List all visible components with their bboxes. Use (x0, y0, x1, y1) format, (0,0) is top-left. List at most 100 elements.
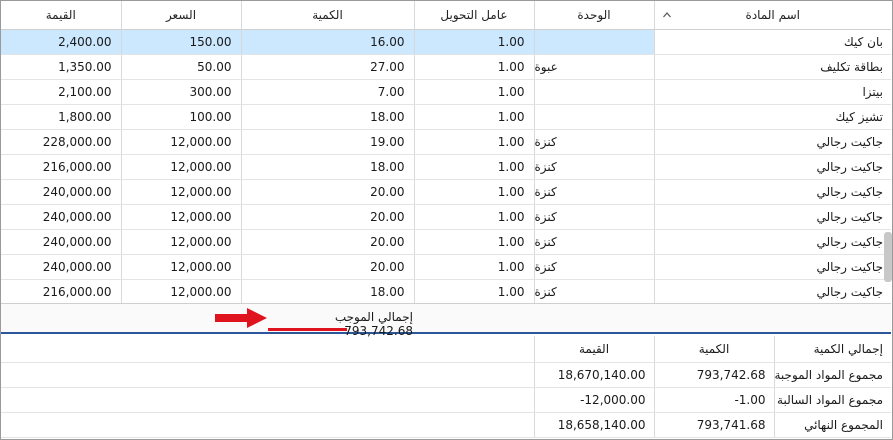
cell-price[interactable]: 12,000.00 (121, 254, 242, 280)
cell-quantity[interactable]: 20.00 (241, 179, 415, 205)
cell-name[interactable]: بيتزا (654, 79, 891, 105)
cell-quantity[interactable]: 20.00 (241, 204, 415, 230)
cell-quantity[interactable]: 20.00 (241, 229, 415, 255)
cell-value[interactable]: 1,350.00 (1, 54, 122, 80)
cell-unit[interactable]: كنزة (534, 179, 655, 205)
cell-unit[interactable] (534, 79, 655, 105)
cell-name[interactable]: جاكيت رجالي (654, 154, 891, 180)
cell-price[interactable]: 12,000.00 (121, 229, 242, 255)
cell-name[interactable]: بان كيك (654, 29, 891, 55)
cell-quantity[interactable]: 27.00 (241, 54, 415, 80)
table-row[interactable]: 240,000.00 12,000.00 20.00 1.00 كنزة جاكيت رج… (1, 179, 891, 205)
cell-factor[interactable]: 1.00 (414, 179, 535, 205)
summary-cell-quantity: 793,741.68 (654, 412, 775, 438)
cell-quantity[interactable]: 20.00 (241, 254, 415, 280)
table-row[interactable]: 2,100.00 300.00 7.00 1.00 بيتزا (1, 79, 891, 105)
summary-row: 18,658,140.00 793,741.68 المجموع النهائي (1, 412, 891, 438)
positive-total-bar: إجمالي الموجب 793,742.68 (1, 303, 891, 338)
cell-value[interactable]: 240,000.00 (1, 179, 122, 205)
cell-name[interactable]: جاكيت رجالي (654, 229, 891, 255)
cell-value[interactable]: 216,000.00 (1, 154, 122, 180)
cell-unit[interactable]: كنزة (534, 129, 655, 155)
cell-factor[interactable]: 1.00 (414, 29, 535, 55)
table-row[interactable]: 1,800.00 100.00 18.00 1.00 تشيز كيك (1, 104, 891, 130)
cell-price[interactable]: 12,000.00 (121, 129, 242, 155)
summary-cell-quantity: 793,742.68 (654, 362, 775, 388)
summary-header-quantity: الكمية (654, 336, 775, 363)
summary-row: 18,670,140.00 793,742.68 مجموع المواد المو… (1, 362, 891, 388)
cell-name[interactable]: جاكيت رجالي (654, 179, 891, 205)
summary-cell-value: 18,658,140.00 (534, 412, 655, 438)
positive-total: إجمالي الموجب 793,742.68 (263, 310, 413, 338)
red-underline (268, 328, 347, 331)
table-row[interactable]: 240,000.00 12,000.00 20.00 1.00 كنزة جاكيت رج… (1, 254, 891, 280)
cell-factor[interactable]: 1.00 (414, 54, 535, 80)
cell-quantity[interactable]: 7.00 (241, 79, 415, 105)
cell-price[interactable]: 50.00 (121, 54, 242, 80)
column-header-factor[interactable]: عامل التحويل (414, 1, 535, 30)
column-header-quantity[interactable]: الكمية (241, 1, 415, 30)
chevron-up-icon[interactable] (663, 11, 671, 19)
cell-unit[interactable]: كنزة (534, 279, 655, 305)
table-row[interactable]: 240,000.00 12,000.00 20.00 1.00 كنزة جاكيت رج… (1, 204, 891, 230)
cell-factor[interactable]: 1.00 (414, 204, 535, 230)
cell-value[interactable]: 240,000.00 (1, 204, 122, 230)
summary-cell-label: مجموع المواد الموجبة (774, 362, 891, 388)
vertical-scrollbar-thumb[interactable] (884, 232, 892, 282)
cell-name[interactable]: تشيز كيك (654, 104, 891, 130)
cell-unit[interactable] (534, 29, 655, 55)
cell-value[interactable]: 240,000.00 (1, 229, 122, 255)
table-row[interactable]: 2,400.00 150.00 16.00 1.00 بان كيك (1, 29, 891, 55)
cell-factor[interactable]: 1.00 (414, 279, 535, 305)
summary-header-row: القيمة الكمية إجمالي الكمية (1, 336, 891, 363)
cell-value[interactable]: 240,000.00 (1, 254, 122, 280)
column-header-price[interactable]: السعر (121, 1, 242, 30)
cell-price[interactable]: 100.00 (121, 104, 242, 130)
cell-value[interactable]: 2,400.00 (1, 29, 122, 55)
cell-value[interactable]: 2,100.00 (1, 79, 122, 105)
cell-unit[interactable]: كنزة (534, 229, 655, 255)
cell-unit[interactable] (534, 104, 655, 130)
table-row[interactable]: 216,000.00 12,000.00 18.00 1.00 كنزة جاكيت رج… (1, 154, 891, 180)
cell-value[interactable]: 216,000.00 (1, 279, 122, 305)
column-header-value[interactable]: القيمة (1, 1, 122, 30)
cell-value[interactable]: 1,800.00 (1, 104, 122, 130)
cell-factor[interactable]: 1.00 (414, 254, 535, 280)
summary-spacer-cell (1, 387, 535, 413)
cell-name[interactable]: بطاقة تكليف (654, 54, 891, 80)
table-row[interactable]: 240,000.00 12,000.00 20.00 1.00 كنزة جاكيت رج… (1, 229, 891, 255)
cell-name[interactable]: جاكيت رجالي (654, 279, 891, 305)
cell-price[interactable]: 12,000.00 (121, 279, 242, 305)
cell-factor[interactable]: 1.00 (414, 104, 535, 130)
cell-price[interactable]: 12,000.00 (121, 154, 242, 180)
cell-price[interactable]: 150.00 (121, 29, 242, 55)
table-row[interactable]: 1,350.00 50.00 27.00 1.00 عبوة بطاقة تكليف (1, 54, 891, 80)
cell-factor[interactable]: 1.00 (414, 154, 535, 180)
cell-price[interactable]: 300.00 (121, 79, 242, 105)
cell-value[interactable]: 228,000.00 (1, 129, 122, 155)
cell-name[interactable]: جاكيت رجالي (654, 204, 891, 230)
cell-unit[interactable]: كنزة (534, 204, 655, 230)
cell-factor[interactable]: 1.00 (414, 129, 535, 155)
cell-unit[interactable]: عبوة (534, 54, 655, 80)
column-header-unit[interactable]: الوحدة (534, 1, 655, 30)
cell-name[interactable]: جاكيت رجالي (654, 129, 891, 155)
cell-factor[interactable]: 1.00 (414, 79, 535, 105)
cell-quantity[interactable]: 16.00 (241, 29, 415, 55)
table-row[interactable]: 216,000.00 12,000.00 18.00 1.00 كنزة جاكيت رج… (1, 279, 891, 305)
cell-quantity[interactable]: 18.00 (241, 154, 415, 180)
table-row[interactable]: 228,000.00 12,000.00 19.00 1.00 كنزة جاكيت رج… (1, 129, 891, 155)
cell-name[interactable]: جاكيت رجالي (654, 254, 891, 280)
cell-quantity[interactable]: 18.00 (241, 279, 415, 305)
summary-row: -12,000.00 -1.00 مجموع المواد السالبة (1, 387, 891, 413)
positive-total-label: إجمالي الموجب (334, 310, 413, 324)
summary-cell-value: -12,000.00 (534, 387, 655, 413)
cell-price[interactable]: 12,000.00 (121, 204, 242, 230)
cell-price[interactable]: 12,000.00 (121, 179, 242, 205)
cell-quantity[interactable]: 18.00 (241, 104, 415, 130)
column-header-name[interactable]: اسم المادة (654, 1, 891, 30)
cell-unit[interactable]: كنزة (534, 154, 655, 180)
cell-unit[interactable]: كنزة (534, 254, 655, 280)
cell-factor[interactable]: 1.00 (414, 229, 535, 255)
cell-quantity[interactable]: 19.00 (241, 129, 415, 155)
